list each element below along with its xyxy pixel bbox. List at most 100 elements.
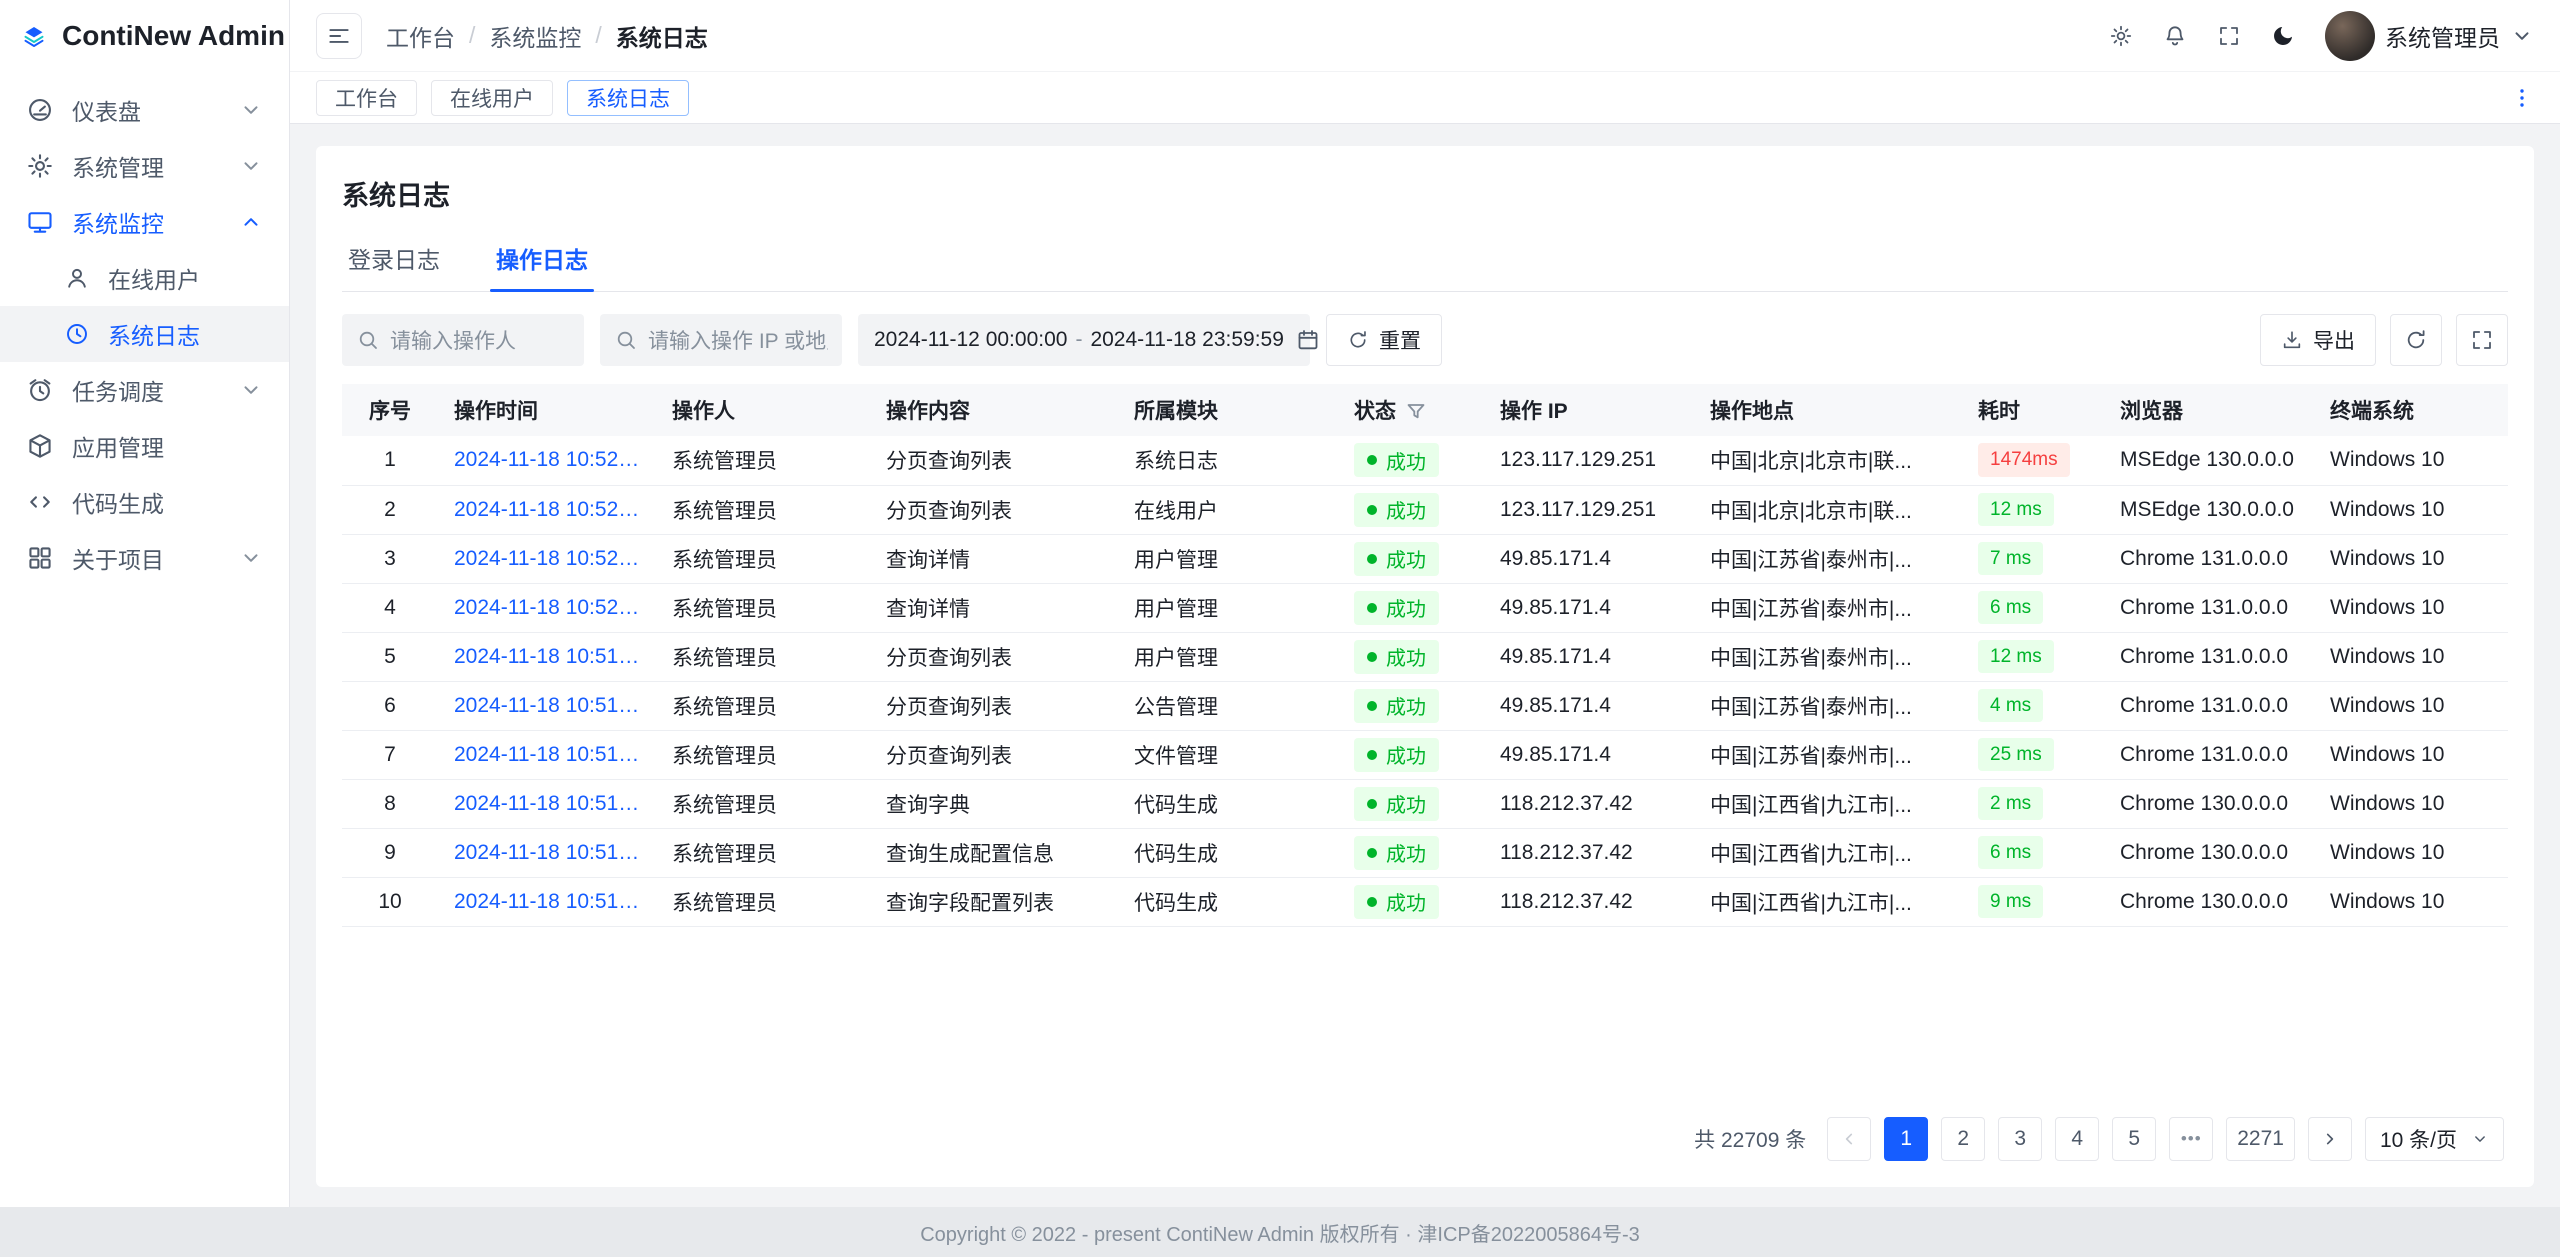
pagination-ellipsis[interactable]: ••• [2169,1117,2213,1161]
cell-status: 成功 [1338,828,1484,877]
pagination-page-2[interactable]: 2 [1941,1117,1985,1161]
ip-search-input[interactable]: 请输入操作 IP 或地点 [600,314,842,366]
sidebar-item-code-generation[interactable]: 代码生成 [0,474,289,530]
chevron-right-icon [2320,1129,2340,1149]
breadcrumb-separator: / [595,22,601,49]
cell-index: 4 [342,583,438,632]
cell-module: 文件管理 [1118,730,1338,779]
fullscreen-table-button[interactable] [2456,314,2508,366]
cell-ip: 49.85.171.4 [1484,534,1694,583]
cell-os: Windows 10 [2314,730,2508,779]
cell-location: 中国|江西省|九江市|... [1694,877,1962,926]
pagination-page-4[interactable]: 4 [2055,1117,2099,1161]
cell-location: 中国|江苏省|泰州市|... [1694,583,1962,632]
logo[interactable]: ContiNew Admin [0,0,289,72]
duration-badge: 4 ms [1978,689,2043,723]
cell-location: 中国|江苏省|泰州市|... [1694,730,1962,779]
cell-index: 1 [342,436,438,485]
breadcrumb-item-monitor[interactable]: 系统监控 [489,19,581,53]
cell-browser: Chrome 131.0.0.0 [2104,583,2314,632]
reset-button-label: 重置 [1379,325,1421,355]
sidebar-item-label: 关于项目 [72,541,221,575]
cell-time-link[interactable]: 2024-11-18 10:51:53 [438,681,656,730]
table-row: 6 2024-11-18 10:51:53 系统管理员 分页查询列表 公告管理 … [342,681,2508,730]
cell-time-link[interactable]: 2024-11-18 10:52:47 [438,485,656,534]
nav-tab-workbench[interactable]: 工作台 [316,80,417,116]
settings-gear-icon[interactable] [2109,24,2133,48]
date-range-picker[interactable]: 2024-11-12 00:00:00 - 2024-11-18 23:59:5… [858,314,1310,366]
icon-cube [26,432,54,460]
tab-login-logs[interactable]: 登录日志 [342,233,446,291]
filter-icon[interactable] [1404,400,1428,424]
operator-search-input[interactable]: 请输入操作人 [342,314,584,366]
cell-duration: 25 ms [1962,730,2104,779]
table-row: 1 2024-11-18 10:52:55 系统管理员 分页查询列表 系统日志 … [342,436,2508,485]
cell-status: 成功 [1338,485,1484,534]
sidebar-item-task-schedule[interactable]: 任务调度 [0,362,289,418]
pagination-page-2271[interactable]: 2271 [2226,1117,2295,1161]
status-dot [1367,848,1377,858]
download-icon [2281,329,2303,351]
log-table-head-row: 序号操作时间操作人操作内容所属模块状态操作 IP操作地点耗时浏览器终端系统 [342,384,2508,436]
cell-time-link[interactable]: 2024-11-18 10:51:52 [438,730,656,779]
dark-mode-moon-icon[interactable] [2271,24,2295,48]
cell-ip: 49.85.171.4 [1484,632,1694,681]
cell-browser: Chrome 130.0.0.0 [2104,779,2314,828]
cell-duration: 9 ms [1962,877,2104,926]
pagination-prev-button[interactable] [1827,1117,1871,1161]
breadcrumb-item-logs[interactable]: 系统日志 [616,19,708,53]
pagination-next-button[interactable] [2308,1117,2352,1161]
sidebar-item-system-management[interactable]: 系统管理 [0,138,289,194]
cell-time-link[interactable]: 2024-11-18 10:52:05 [438,583,656,632]
refresh-icon [2404,328,2428,352]
sidebar-collapse-button[interactable] [316,13,362,59]
sidebar-subitem-label: 在线用户 [108,261,263,295]
cell-time-link[interactable]: 2024-11-18 10:51:55 [438,632,656,681]
pagination-page-1[interactable]: 1 [1884,1117,1928,1161]
footer: Copyright © 2022 - present ContiNew Admi… [0,1207,2560,1257]
log-type-tabs: 登录日志 操作日志 [342,233,2508,292]
sidebar-item-app-management[interactable]: 应用管理 [0,418,289,474]
pagination-page-3[interactable]: 3 [1998,1117,2042,1161]
table-column-header: 操作人 [656,384,870,436]
app-body: ContiNew Admin 仪表盘 系统管理 系统监控 在线用户 系统日志 任… [0,0,2560,1207]
duration-badge: 25 ms [1978,738,2054,772]
sidebar-item-about-project[interactable]: 关于项目 [0,530,289,586]
cell-os: Windows 10 [2314,436,2508,485]
refresh-table-button[interactable] [2390,314,2442,366]
cell-status: 成功 [1338,436,1484,485]
cell-index: 7 [342,730,438,779]
pagination-page-5[interactable]: 5 [2112,1117,2156,1161]
breadcrumb-item-workbench[interactable]: 工作台 [386,19,455,53]
nav-tab-system-logs[interactable]: 系统日志 [567,80,689,116]
cell-os: Windows 10 [2314,828,2508,877]
cell-ip: 118.212.37.42 [1484,828,1694,877]
sidebar-subitem-online-users[interactable]: 在线用户 [0,250,289,306]
sidebar-subitem-system-logs[interactable]: 系统日志 [0,306,289,362]
chevron-down-icon [239,98,263,122]
page-size-select[interactable]: 10 条/页 [2365,1117,2504,1161]
app-title: ContiNew Admin [62,20,285,52]
cell-time-link[interactable]: 2024-11-18 10:51:49 [438,877,656,926]
main-area: 工作台 / 系统监控 / 系统日志 系统管理员 [290,0,2560,1207]
cell-operator: 系统管理员 [656,534,870,583]
date-range-separator: - [1067,328,1090,352]
export-button[interactable]: 导出 [2260,314,2376,366]
fullscreen-icon[interactable] [2217,24,2241,48]
search-icon [614,328,638,352]
cell-browser: MSEdge 130.0.0.0 [2104,436,2314,485]
table-row: 10 2024-11-18 10:51:49 系统管理员 查询字段配置列表 代码… [342,877,2508,926]
sidebar-item-dashboard[interactable]: 仪表盘 [0,82,289,138]
reset-button[interactable]: 重置 [1326,314,1442,366]
cell-time-link[interactable]: 2024-11-18 10:51:49 [438,828,656,877]
nav-tab-online-users[interactable]: 在线用户 [431,80,553,116]
cell-time-link[interactable]: 2024-11-18 10:52:12 [438,534,656,583]
tab-operation-logs[interactable]: 操作日志 [490,233,594,291]
notification-bell-icon[interactable] [2163,24,2187,48]
user-menu[interactable]: 系统管理员 [2325,11,2534,61]
cell-ip: 123.117.129.251 [1484,485,1694,534]
tabs-more-icon[interactable] [2510,86,2534,110]
cell-time-link[interactable]: 2024-11-18 10:52:55 [438,436,656,485]
sidebar-item-system-monitor[interactable]: 系统监控 [0,194,289,250]
cell-time-link[interactable]: 2024-11-18 10:51:50 [438,779,656,828]
